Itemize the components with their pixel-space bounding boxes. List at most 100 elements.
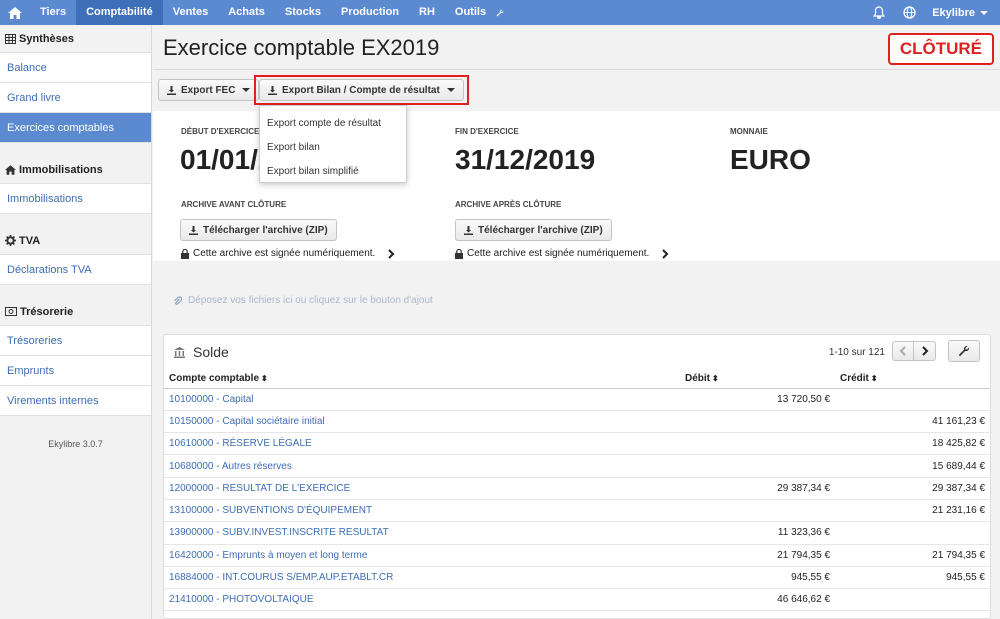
home-icon[interactable] <box>0 0 30 25</box>
dropdown-item-bilan-simplifie[interactable]: Export bilan simplifié <box>260 160 406 184</box>
nav-item-ventes[interactable]: Ventes <box>163 0 218 25</box>
sort-icon: ⬍ <box>712 373 719 383</box>
account-link[interactable]: 12000000 - RESULTAT DE L'EXERCICE <box>164 477 680 500</box>
column-header-credit[interactable]: Crédit ⬍ <box>835 369 990 389</box>
nav-item-tiers[interactable]: Tiers <box>30 0 76 25</box>
chevron-right-icon[interactable] <box>385 248 397 259</box>
debit-cell <box>680 432 835 456</box>
lock-icon <box>455 248 463 259</box>
export-bilan-highlight: Export Bilan / Compte de résultat <box>254 75 469 105</box>
sidebar-item-immobilisations[interactable]: Immobilisations <box>0 183 151 213</box>
credit-cell: 21 794,35 € <box>835 544 990 567</box>
nav-item-comptabilit-[interactable]: Comptabilité <box>76 0 163 25</box>
chevron-right-icon <box>921 346 928 356</box>
end-date-value: 31/12/2019 <box>455 144 596 175</box>
signed-note-after[interactable]: Cette archive est signée numériquement. <box>455 248 671 259</box>
lock-icon <box>181 248 189 259</box>
download-archive-before-button[interactable]: Télécharger l'archive (ZIP) <box>180 219 337 241</box>
account-link[interactable]: 16420000 - Emprunts à moyen et long term… <box>164 544 680 567</box>
account-link[interactable]: 13900000 - SUBV.INVEST.INSCRITE RESULTAT <box>164 521 680 545</box>
credit-cell: 21 231,16 € <box>835 499 990 523</box>
divider <box>153 69 1000 70</box>
pagination-info: 1-10 sur 121 <box>828 347 885 358</box>
download-archive-after-button[interactable]: Télécharger l'archive (ZIP) <box>455 219 612 241</box>
start-date-label: DÉBUT D'EXERCICE <box>181 127 260 136</box>
nav-item-outils[interactable]: Outils <box>445 0 496 25</box>
account-link[interactable]: 10150000 - Capital sociétaire initial <box>164 410 680 434</box>
credit-cell <box>835 388 990 411</box>
export-bilan-label: Export Bilan / Compte de résultat <box>282 84 440 96</box>
sidebar-item-virements-internes[interactable]: Virements internes <box>0 385 151 415</box>
user-menu[interactable]: Ekylibre <box>924 7 1000 19</box>
sidebar-spacer <box>0 284 151 298</box>
nav-item-rh[interactable]: RH <box>409 0 445 25</box>
sidebar-item-grand-livre[interactable]: Grand livre <box>0 82 151 112</box>
sidebar: Synthèses Balance Grand livre Exercices com… <box>0 25 152 619</box>
download-icon <box>464 225 473 235</box>
sidebar-item-balance[interactable]: Balance <box>0 52 151 82</box>
chevron-right-icon[interactable] <box>659 248 671 259</box>
table-row: 12000000 - RESULTAT DE L'EXERCICE 29 387,… <box>164 477 990 500</box>
sidebar-spacer <box>0 415 151 429</box>
debit-cell <box>680 454 835 478</box>
globe-icon[interactable] <box>894 0 924 25</box>
archive-after-label: ARCHIVE APRÈS CLÔTURE <box>455 200 562 209</box>
nav-item-achats[interactable]: Achats <box>218 0 275 25</box>
sidebar-section-title: Immobilisations <box>19 163 103 176</box>
next-page-button[interactable] <box>914 341 936 361</box>
chevron-down-icon <box>242 88 251 92</box>
previous-page-button[interactable] <box>892 341 914 361</box>
table-row: 13900000 - SUBV.INVEST.INSCRITE RESULTAT… <box>164 521 990 545</box>
sidebar-section-title: Trésorerie <box>20 305 74 318</box>
table-row: 21410000 - PHOTOVOLTAIQUE 46 646,62 € <box>164 588 990 612</box>
credit-cell: 18 425,82 € <box>835 432 990 456</box>
signed-text: Cette archive est signée numériquement. <box>193 248 376 259</box>
sidebar-item-emprunts[interactable]: Emprunts <box>0 355 151 385</box>
nav-item-stocks[interactable]: Stocks <box>275 0 331 25</box>
column-header-debit[interactable]: Débit ⬍ <box>680 369 835 389</box>
status-badge: CLÔTURÉ <box>887 33 994 65</box>
sidebar-spacer <box>0 213 151 227</box>
wrench-nav-icon[interactable] <box>496 0 504 25</box>
export-bilan-button[interactable]: Export Bilan / Compte de résultat <box>259 79 464 101</box>
sidebar-item-exercices-comptables[interactable]: Exercices comptables <box>0 112 151 142</box>
account-link[interactable]: 16884000 - INT.COURUS S/EMP.AUP.ETABLT.C… <box>164 566 680 590</box>
debit-cell: 21 794,35 € <box>680 544 835 567</box>
bank-icon <box>174 346 185 358</box>
account-link[interactable]: 13100000 - SUBVENTIONS D'ÉQUIPEMENT <box>164 499 680 523</box>
debit-cell: 11 323,36 € <box>680 521 835 545</box>
table-icon <box>5 33 16 44</box>
file-dropzone[interactable]: Déposez vos fichiers ici ou cliquez sur … <box>173 295 433 306</box>
credit-cell: 945,55 € <box>835 566 990 590</box>
sidebar-section-tva: TVA <box>0 227 151 254</box>
account-link[interactable]: 21410000 - PHOTOVOLTAIQUE <box>164 588 680 612</box>
signed-note-before[interactable]: Cette archive est signée numériquement. <box>181 248 397 259</box>
download-archive-label: Télécharger l'archive (ZIP) <box>203 224 328 236</box>
account-link[interactable]: 10680000 - Autres réserves <box>164 454 680 478</box>
account-link[interactable]: 10610000 - RÉSERVE LÉGALE <box>164 432 680 456</box>
sidebar-item-tr-soreries[interactable]: Trésoreries <box>0 325 151 355</box>
account-link[interactable]: 10100000 - Capital <box>164 388 680 411</box>
nav-item-production[interactable]: Production <box>331 0 409 25</box>
dropdown-item-bilan[interactable]: Export bilan <box>260 136 406 160</box>
bell-icon[interactable] <box>864 0 894 25</box>
debit-cell <box>680 410 835 434</box>
export-fec-button[interactable]: Export FEC <box>158 79 260 101</box>
currency-value: EURO <box>730 144 811 175</box>
debit-cell: 46 646,62 € <box>680 588 835 612</box>
table-header-row: Compte comptable ⬍ Débit ⬍ Crédit ⬍ <box>164 369 990 389</box>
sidebar-item-d-clarations-tva[interactable]: Déclarations TVA <box>0 254 151 284</box>
table-row: 13100000 - SUBVENTIONS D'ÉQUIPEMENT 21 23… <box>164 499 990 523</box>
chevron-down-icon <box>980 10 988 15</box>
credit-cell <box>835 521 990 545</box>
table-settings-button[interactable] <box>948 340 980 362</box>
column-label: Compte comptable <box>169 372 260 384</box>
column-label: Débit <box>685 372 710 384</box>
debit-cell: 945,55 € <box>680 566 835 590</box>
table-row: 16420000 - Emprunts à moyen et long term… <box>164 544 990 567</box>
top-nav: Tiers Comptabilité Ventes Achats Stocks Produ… <box>0 0 1000 25</box>
paperclip-icon <box>174 295 182 305</box>
dropdown-item-compte-resultat[interactable]: Export compte de résultat <box>260 112 406 136</box>
credit-cell: 41 161,23 € <box>835 410 990 434</box>
column-header-account[interactable]: Compte comptable ⬍ <box>164 369 680 389</box>
